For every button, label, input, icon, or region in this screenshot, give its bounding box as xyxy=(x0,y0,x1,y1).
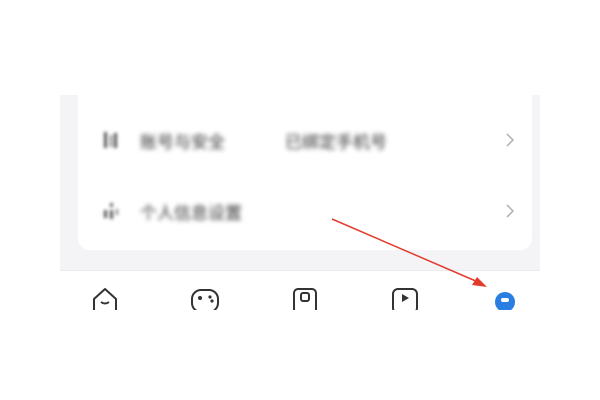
settings-card: 账号与安全 已绑定手机号 个人信息设置 xyxy=(78,95,532,250)
game-icon xyxy=(190,285,220,310)
home-icon xyxy=(90,285,120,310)
tab-home[interactable] xyxy=(90,285,120,310)
screenshot-stage: 账号与安全 已绑定手机号 个人信息设置 xyxy=(0,0,600,400)
settings-row-label: 个人信息设置 xyxy=(140,203,242,223)
tab-profile[interactable] xyxy=(490,285,520,310)
settings-row-account-security[interactable]: 账号与安全 已绑定手机号 xyxy=(78,109,532,171)
settings-row-value: 已绑定手机号 xyxy=(285,132,387,152)
settings-row-personal-info[interactable]: 个人信息设置 xyxy=(78,180,532,242)
user-settings-icon xyxy=(98,199,126,223)
chevron-right-icon xyxy=(504,202,516,220)
tab-video[interactable] xyxy=(390,285,420,310)
user-lock-icon xyxy=(98,128,126,152)
phone-screen: 账号与安全 已绑定手机号 个人信息设置 xyxy=(60,95,540,310)
camera-icon xyxy=(290,285,320,310)
tab-camera[interactable] xyxy=(290,285,320,310)
tab-game[interactable] xyxy=(190,285,220,310)
settings-row-label: 账号与安全 xyxy=(140,132,225,152)
bottom-tab-bar xyxy=(60,270,540,310)
video-icon xyxy=(390,285,420,310)
profile-icon xyxy=(490,285,520,310)
chevron-right-icon xyxy=(504,131,516,149)
